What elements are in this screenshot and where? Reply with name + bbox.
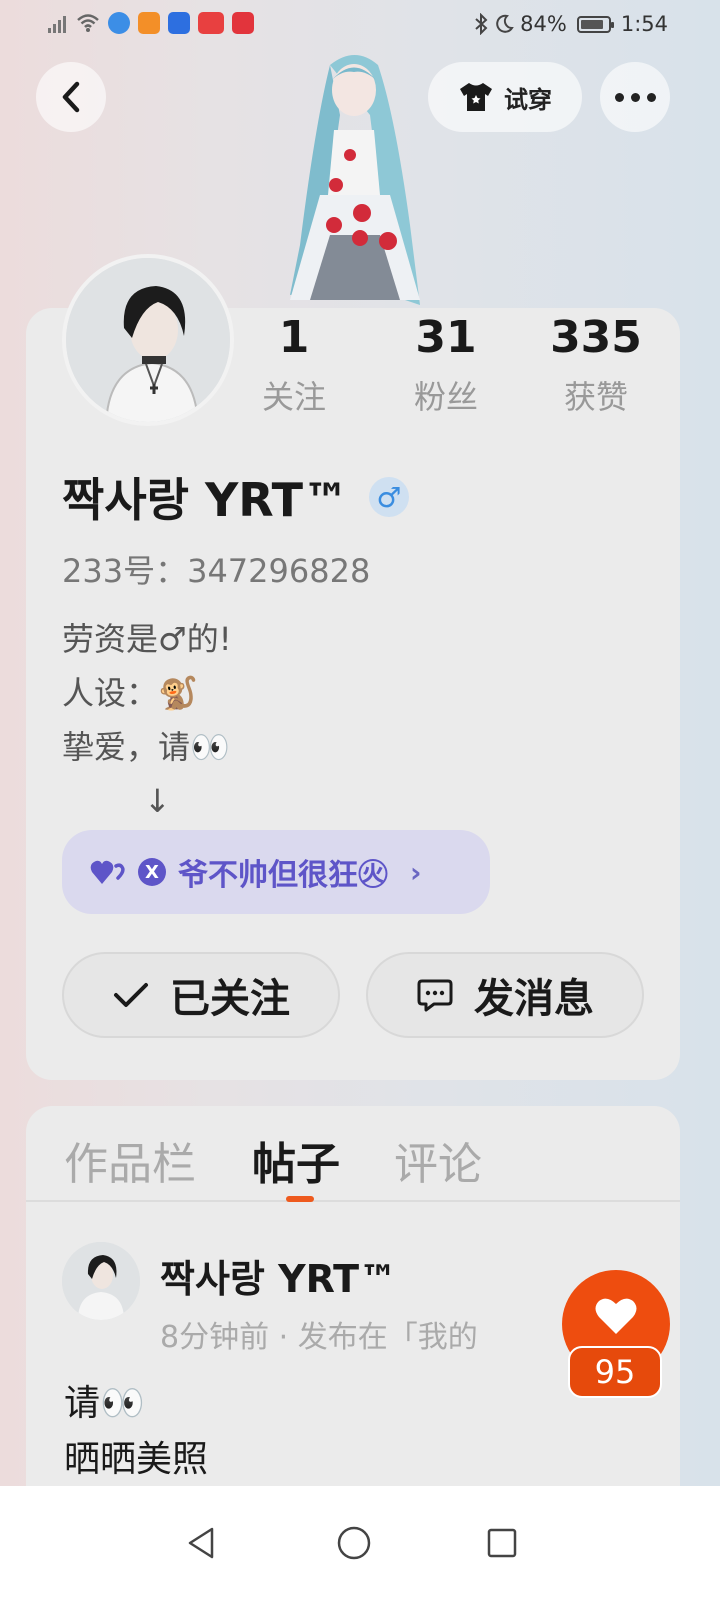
likes-count: 335 [550,312,642,363]
check-icon [114,983,148,1007]
bio-line: 劳资是♂的! [62,620,232,658]
following-button-label: 已关注 [170,976,290,1022]
chevron-right-icon: › [410,855,422,889]
double-heart-icon [90,860,125,884]
app-notification-icon [198,12,224,34]
try-on-label: 试穿 [504,85,552,114]
app-notification-icon [138,12,160,34]
following-label: 关注 [261,378,326,416]
nav-home-icon[interactable] [334,1523,374,1563]
post-text-line: 请👀 [64,1383,145,1424]
stat-followers[interactable]: 31 粉丝 [386,310,506,418]
post-meta: 8分钟前 · 发布在「我的 [160,1320,478,1355]
back-button[interactable] [36,62,106,132]
username-text: 짝사랑 YRT™ [62,473,350,527]
post-text-line: 晒晒美照 [64,1439,209,1480]
avatar-image [62,1242,140,1320]
tshirt-icon [460,83,492,111]
profile-username: 짝사랑 YRT™ ♂ [62,464,410,530]
content-tabs: 作品栏 帖子 评论 [26,1106,680,1202]
chevron-left-icon [62,81,80,113]
likes-label: 获赞 [563,378,628,416]
app-notification-icon [232,12,254,34]
character-figure [290,55,420,305]
system-navigation-bar [0,1486,720,1600]
tab-comments[interactable]: 评论 [394,1128,482,1192]
signal-icon [48,13,68,33]
moon-icon [496,14,514,33]
club-x-badge: X [138,858,166,886]
followers-count: 31 [415,312,477,363]
send-message-label: 发消息 [474,976,594,1022]
following-count: 1 [278,312,310,363]
battery-icon [576,15,614,33]
bluetooth-icon [475,13,488,35]
bio-line: ↓ [144,782,171,820]
tab-works[interactable]: 作品栏 [64,1128,196,1192]
post-body[interactable]: 请👀 晒晒美照 [64,1376,208,1488]
club-name: 爷不帅但很狂㊋ [178,858,388,893]
active-tab-indicator [286,1196,314,1202]
club-badge[interactable]: X 爷不帅但很狂㊋ › [62,830,490,914]
post-author-avatar[interactable] [62,1242,140,1320]
wifi-icon [77,14,99,32]
profile-bio: 劳资是♂的! 人设：🐒 挚爱，请👀 ↓ [62,612,232,828]
heart-icon [595,1298,637,1334]
bio-line: 挚爱，请👀 [62,728,230,766]
user-id[interactable]: 233号：347296828 [62,546,370,592]
app-notification-icon [168,12,190,34]
chat-bubble-icon [417,979,453,1012]
send-message-button[interactable]: 发消息 [366,952,644,1038]
try-on-button[interactable]: 试穿 [428,62,582,132]
followers-label: 粉丝 [413,378,478,416]
stat-likes[interactable]: 335 获赞 [536,310,656,418]
profile-avatar[interactable] [62,254,234,426]
nav-recents-icon[interactable] [482,1523,522,1563]
more-options-button[interactable] [600,62,670,132]
bio-line: 人设：🐒 [62,674,198,712]
like-count: 95 [568,1346,662,1398]
clock: 1:54 [620,12,668,36]
nav-back-icon[interactable] [182,1523,222,1563]
stat-following[interactable]: 1 关注 [234,310,354,418]
post-author-name[interactable]: 짝사랑 YRT™ [160,1248,397,1303]
male-icon: ♂ [369,477,410,517]
status-system: 84% 1:54 [474,12,668,36]
battery-percent: 84% [520,12,567,36]
status-bar: 84% 1:54 [0,0,720,50]
status-notifications [48,12,254,34]
avatar-image [66,258,230,422]
app-notification-icon [108,12,130,34]
following-button[interactable]: 已关注 [62,952,340,1038]
more-icon [614,92,656,102]
tab-posts[interactable]: 帖子 [252,1128,340,1192]
